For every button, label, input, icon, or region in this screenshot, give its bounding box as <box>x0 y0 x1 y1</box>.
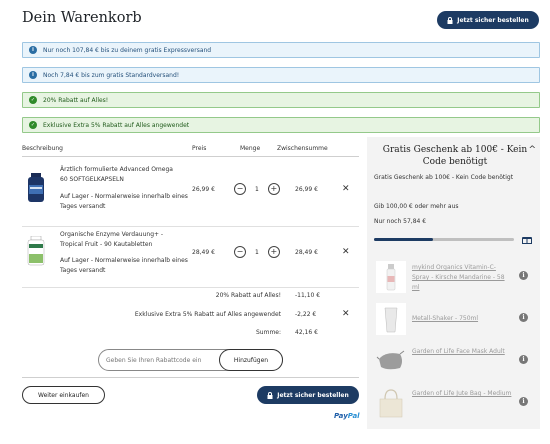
discount-label: 20% Rabatt auf Alles! <box>215 292 281 299</box>
total-value: 42,16 € <box>295 329 318 336</box>
product-stock: Auf Lager - Normalerweise innerhalb eine… <box>60 257 188 274</box>
discount-banner: ✓ 20% Rabatt auf Alles! <box>22 92 540 108</box>
gift-image <box>376 345 406 377</box>
gift-panel-title[interactable]: Gratis Geschenk ab 100€ - Kein Code benö… <box>375 144 535 168</box>
gift-name[interactable]: Garden of Life Jute Bag - Medium <box>412 389 512 399</box>
product-image[interactable] <box>26 235 46 266</box>
gift-image <box>376 261 406 293</box>
product-stock: Auf Lager - Normalerweise innerhalb eine… <box>60 193 188 210</box>
product-subtotal: 26,99 € <box>295 186 318 193</box>
banner-text: Exklusive Extra 5% Rabatt auf Alles ange… <box>43 121 190 129</box>
paypal-logo[interactable]: PayPal <box>334 412 360 420</box>
remove-icon[interactable]: ✕ <box>342 247 350 257</box>
gift-progress-bar <box>374 238 514 241</box>
continue-shopping-button[interactable]: Weiter einkaufen <box>22 386 105 404</box>
gift-item: Metall-Shaker - 750ml i <box>374 301 534 337</box>
col-price: Preis <box>192 145 207 152</box>
gift-name[interactable]: Metall-Shaker - 750ml <box>412 314 512 324</box>
info-icon: i <box>29 46 37 54</box>
product-name[interactable]: Ärztlich formulierte Advanced Omega 60 S… <box>60 165 178 185</box>
total-label: Summe: <box>255 329 281 336</box>
remove-discount-icon[interactable]: ✕ <box>342 309 350 319</box>
banner-text: 20% Rabatt auf Alles! <box>43 96 109 104</box>
checkout-button-label: Jetzt sicher bestellen <box>457 16 529 24</box>
discount-value: -11,10 € <box>295 292 321 299</box>
checkout-button-bottom[interactable]: Jetzt sicher bestellen <box>257 386 359 404</box>
info-icon[interactable]: i <box>519 397 528 406</box>
decrease-button[interactable]: − <box>234 183 246 195</box>
quantity-value: 1 <box>255 248 259 256</box>
gift-icon <box>522 235 532 246</box>
standard-shipping-banner: i Noch 7,84 € bis zum gratis Standardver… <box>22 67 540 83</box>
gift-name[interactable]: mykind Organics Vitamin-C-Spray - Kirsch… <box>412 263 512 293</box>
quantity-stepper: − 1 + <box>234 183 280 195</box>
gift-item: Garden of Life Jute Bag - Medium i <box>374 385 534 421</box>
page-title: Dein Warenkorb <box>22 10 142 26</box>
gift-remaining: Nur noch 57,84 € <box>374 218 427 225</box>
chevron-up-icon[interactable]: ^ <box>528 145 536 155</box>
product-price: 28,49 € <box>192 249 215 256</box>
gift-item: mykind Organics Vitamin-C-Spray - Kirsch… <box>374 259 534 295</box>
info-icon[interactable]: i <box>519 355 528 364</box>
increase-button[interactable]: + <box>267 246 280 258</box>
increase-button[interactable]: + <box>267 183 280 195</box>
discount-label: Exklusive Extra 5% Rabatt auf Alles ange… <box>134 311 281 318</box>
product-subtotal: 28,49 € <box>295 249 318 256</box>
lock-icon <box>267 391 273 399</box>
checkout-button-label: Jetzt sicher bestellen <box>277 391 349 399</box>
gift-panel: Gratis Geschenk ab 100€ - Kein Code benö… <box>367 137 540 429</box>
product-price: 26,99 € <box>192 186 215 193</box>
banner-text: Nur noch 107,84 € bis zu deinem gratis E… <box>43 46 212 54</box>
gift-progress-fill <box>374 238 433 241</box>
checkout-button-top[interactable]: Jetzt sicher bestellen <box>437 11 539 29</box>
decrease-button[interactable]: − <box>234 246 246 258</box>
col-subtotal: Zwischensumme <box>277 145 328 152</box>
quantity-value: 1 <box>255 185 259 193</box>
discount-value: -2,22 € <box>295 311 317 318</box>
info-icon[interactable]: i <box>519 313 528 322</box>
check-icon: ✓ <box>29 121 37 129</box>
gift-item: Garden of Life Face Mask Adult i <box>374 343 534 379</box>
col-description: Beschreibung <box>22 145 63 152</box>
info-icon[interactable]: i <box>519 271 528 280</box>
table-header: Beschreibung Preis Menge Zwischensumme <box>22 143 359 157</box>
remove-icon[interactable]: ✕ <box>342 184 350 194</box>
gift-name[interactable]: Garden of Life Face Mask Adult <box>412 347 512 357</box>
gift-panel-subtitle: Gratis Geschenk ab 100€ - Kein Code benö… <box>374 174 514 181</box>
info-icon: i <box>29 71 37 79</box>
lock-icon <box>447 16 453 24</box>
divider <box>22 377 359 378</box>
quantity-stepper: − 1 + <box>234 246 280 258</box>
coupon-input[interactable] <box>99 350 217 370</box>
product-image[interactable] <box>26 173 46 203</box>
gift-threshold: Gib 100,00 € oder mehr aus <box>374 203 459 210</box>
col-quantity: Menge <box>240 145 261 152</box>
gift-image <box>376 387 406 419</box>
table-row: Organische Enzyme Verdauung+ - Tropical … <box>22 228 359 288</box>
table-row: Ärztlich formulierte Advanced Omega 60 S… <box>22 159 359 227</box>
express-shipping-banner: i Nur noch 107,84 € bis zu deinem gratis… <box>22 42 540 58</box>
product-name[interactable]: Organische Enzyme Verdauung+ - Tropical … <box>60 230 178 250</box>
check-icon: ✓ <box>29 96 37 104</box>
coupon-form: Hinzufügen <box>98 349 283 371</box>
banner-text: Noch 7,84 € bis zum gratis Standardversa… <box>43 71 180 79</box>
extra-discount-banner: ✓ Exklusive Extra 5% Rabatt auf Alles an… <box>22 117 540 133</box>
coupon-add-button[interactable]: Hinzufügen <box>219 349 283 371</box>
gift-image <box>376 303 406 335</box>
